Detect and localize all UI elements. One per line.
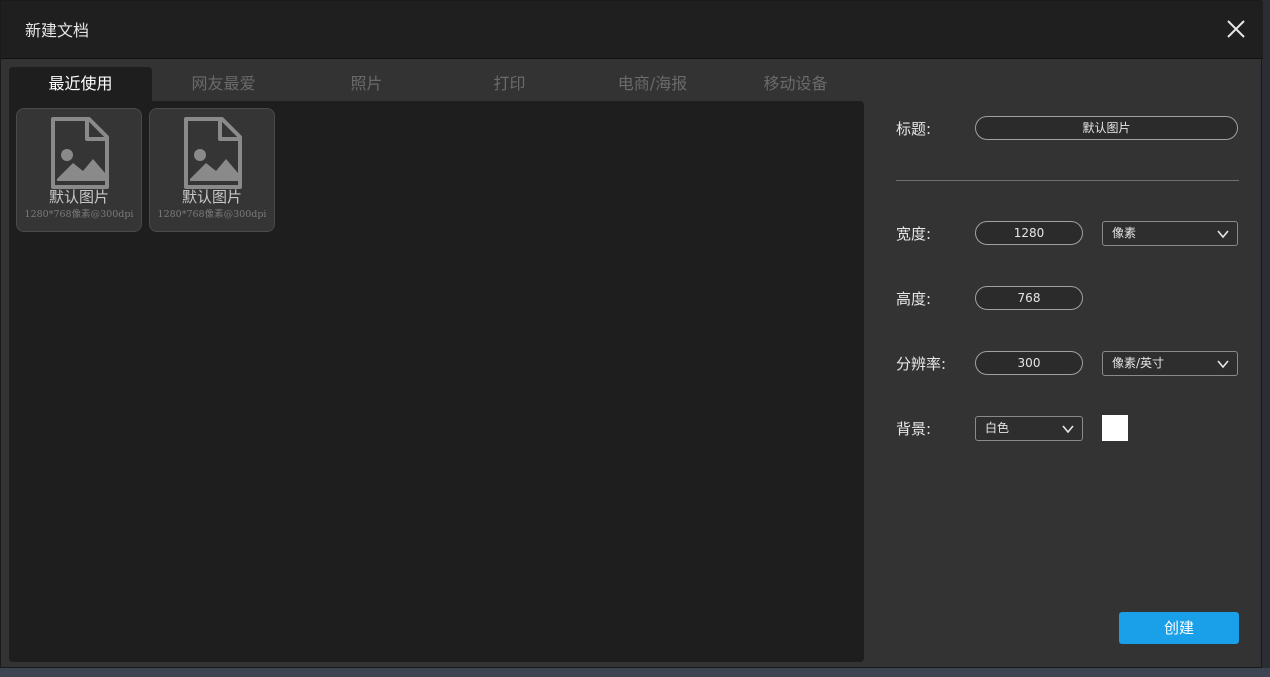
desktop-background-strip xyxy=(0,668,1270,677)
category-tabs: 最近使用 网友最爱 照片 打印 电商/海报 移动设备 xyxy=(9,67,867,101)
form-divider xyxy=(896,180,1239,181)
width-label: 宽度: xyxy=(896,225,932,243)
width-input[interactable]: 1280 xyxy=(975,221,1083,245)
template-name: 默认图片 xyxy=(181,188,242,206)
resolution-input[interactable]: 300 xyxy=(975,351,1083,375)
close-icon xyxy=(1227,20,1245,38)
background-label: 背景: xyxy=(896,420,932,438)
height-input[interactable]: 768 xyxy=(975,286,1083,310)
background-color-swatch[interactable] xyxy=(1102,415,1128,441)
tab-favorites[interactable]: 网友最爱 xyxy=(152,67,295,101)
tab-recent[interactable]: 最近使用 xyxy=(9,67,152,101)
close-button[interactable] xyxy=(1224,17,1248,41)
template-card[interactable]: 默认图片 1280*768像素@300dpi xyxy=(149,108,275,232)
chevron-down-icon xyxy=(1062,425,1074,434)
create-button[interactable]: 创建 xyxy=(1119,612,1239,644)
resolution-label: 分辨率: xyxy=(896,355,947,373)
tab-photos[interactable]: 照片 xyxy=(295,67,438,101)
template-meta: 1280*768像素@300dpi xyxy=(157,209,267,220)
template-card[interactable]: 默认图片 1280*768像素@300dpi xyxy=(16,108,142,232)
tab-mobile-devices[interactable]: 移动设备 xyxy=(724,67,867,101)
title-input[interactable]: 默认图片 xyxy=(975,116,1238,140)
chevron-down-icon xyxy=(1217,230,1229,239)
template-grid: 默认图片 1280*768像素@300dpi 默认图片 1280*768像素@3… xyxy=(9,101,864,662)
dialog-titlebar: 新建文档 xyxy=(1,1,1263,59)
width-unit-select[interactable]: 像素 xyxy=(1102,221,1238,246)
resolution-unit-select[interactable]: 像素/英寸 xyxy=(1102,351,1238,376)
width-unit-value: 像素 xyxy=(1112,226,1137,240)
template-meta: 1280*768像素@300dpi xyxy=(24,209,134,220)
chevron-down-icon xyxy=(1217,360,1229,369)
background-value: 白色 xyxy=(985,421,1010,435)
dialog-title: 新建文档 xyxy=(25,21,90,40)
resolution-unit-value: 像素/英寸 xyxy=(1112,356,1165,370)
height-label: 高度: xyxy=(896,290,932,308)
title-label: 标题: xyxy=(896,120,932,138)
template-name: 默认图片 xyxy=(48,188,109,206)
tab-print[interactable]: 打印 xyxy=(438,67,581,101)
new-document-dialog: 新建文档 最近使用 网友最爱 照片 打印 电商/海报 移动设备 默认图片 128… xyxy=(0,0,1263,668)
tab-ecommerce-poster[interactable]: 电商/海报 xyxy=(581,67,724,101)
image-file-icon xyxy=(51,117,109,189)
image-file-icon xyxy=(184,117,242,189)
background-select[interactable]: 白色 xyxy=(975,416,1083,441)
